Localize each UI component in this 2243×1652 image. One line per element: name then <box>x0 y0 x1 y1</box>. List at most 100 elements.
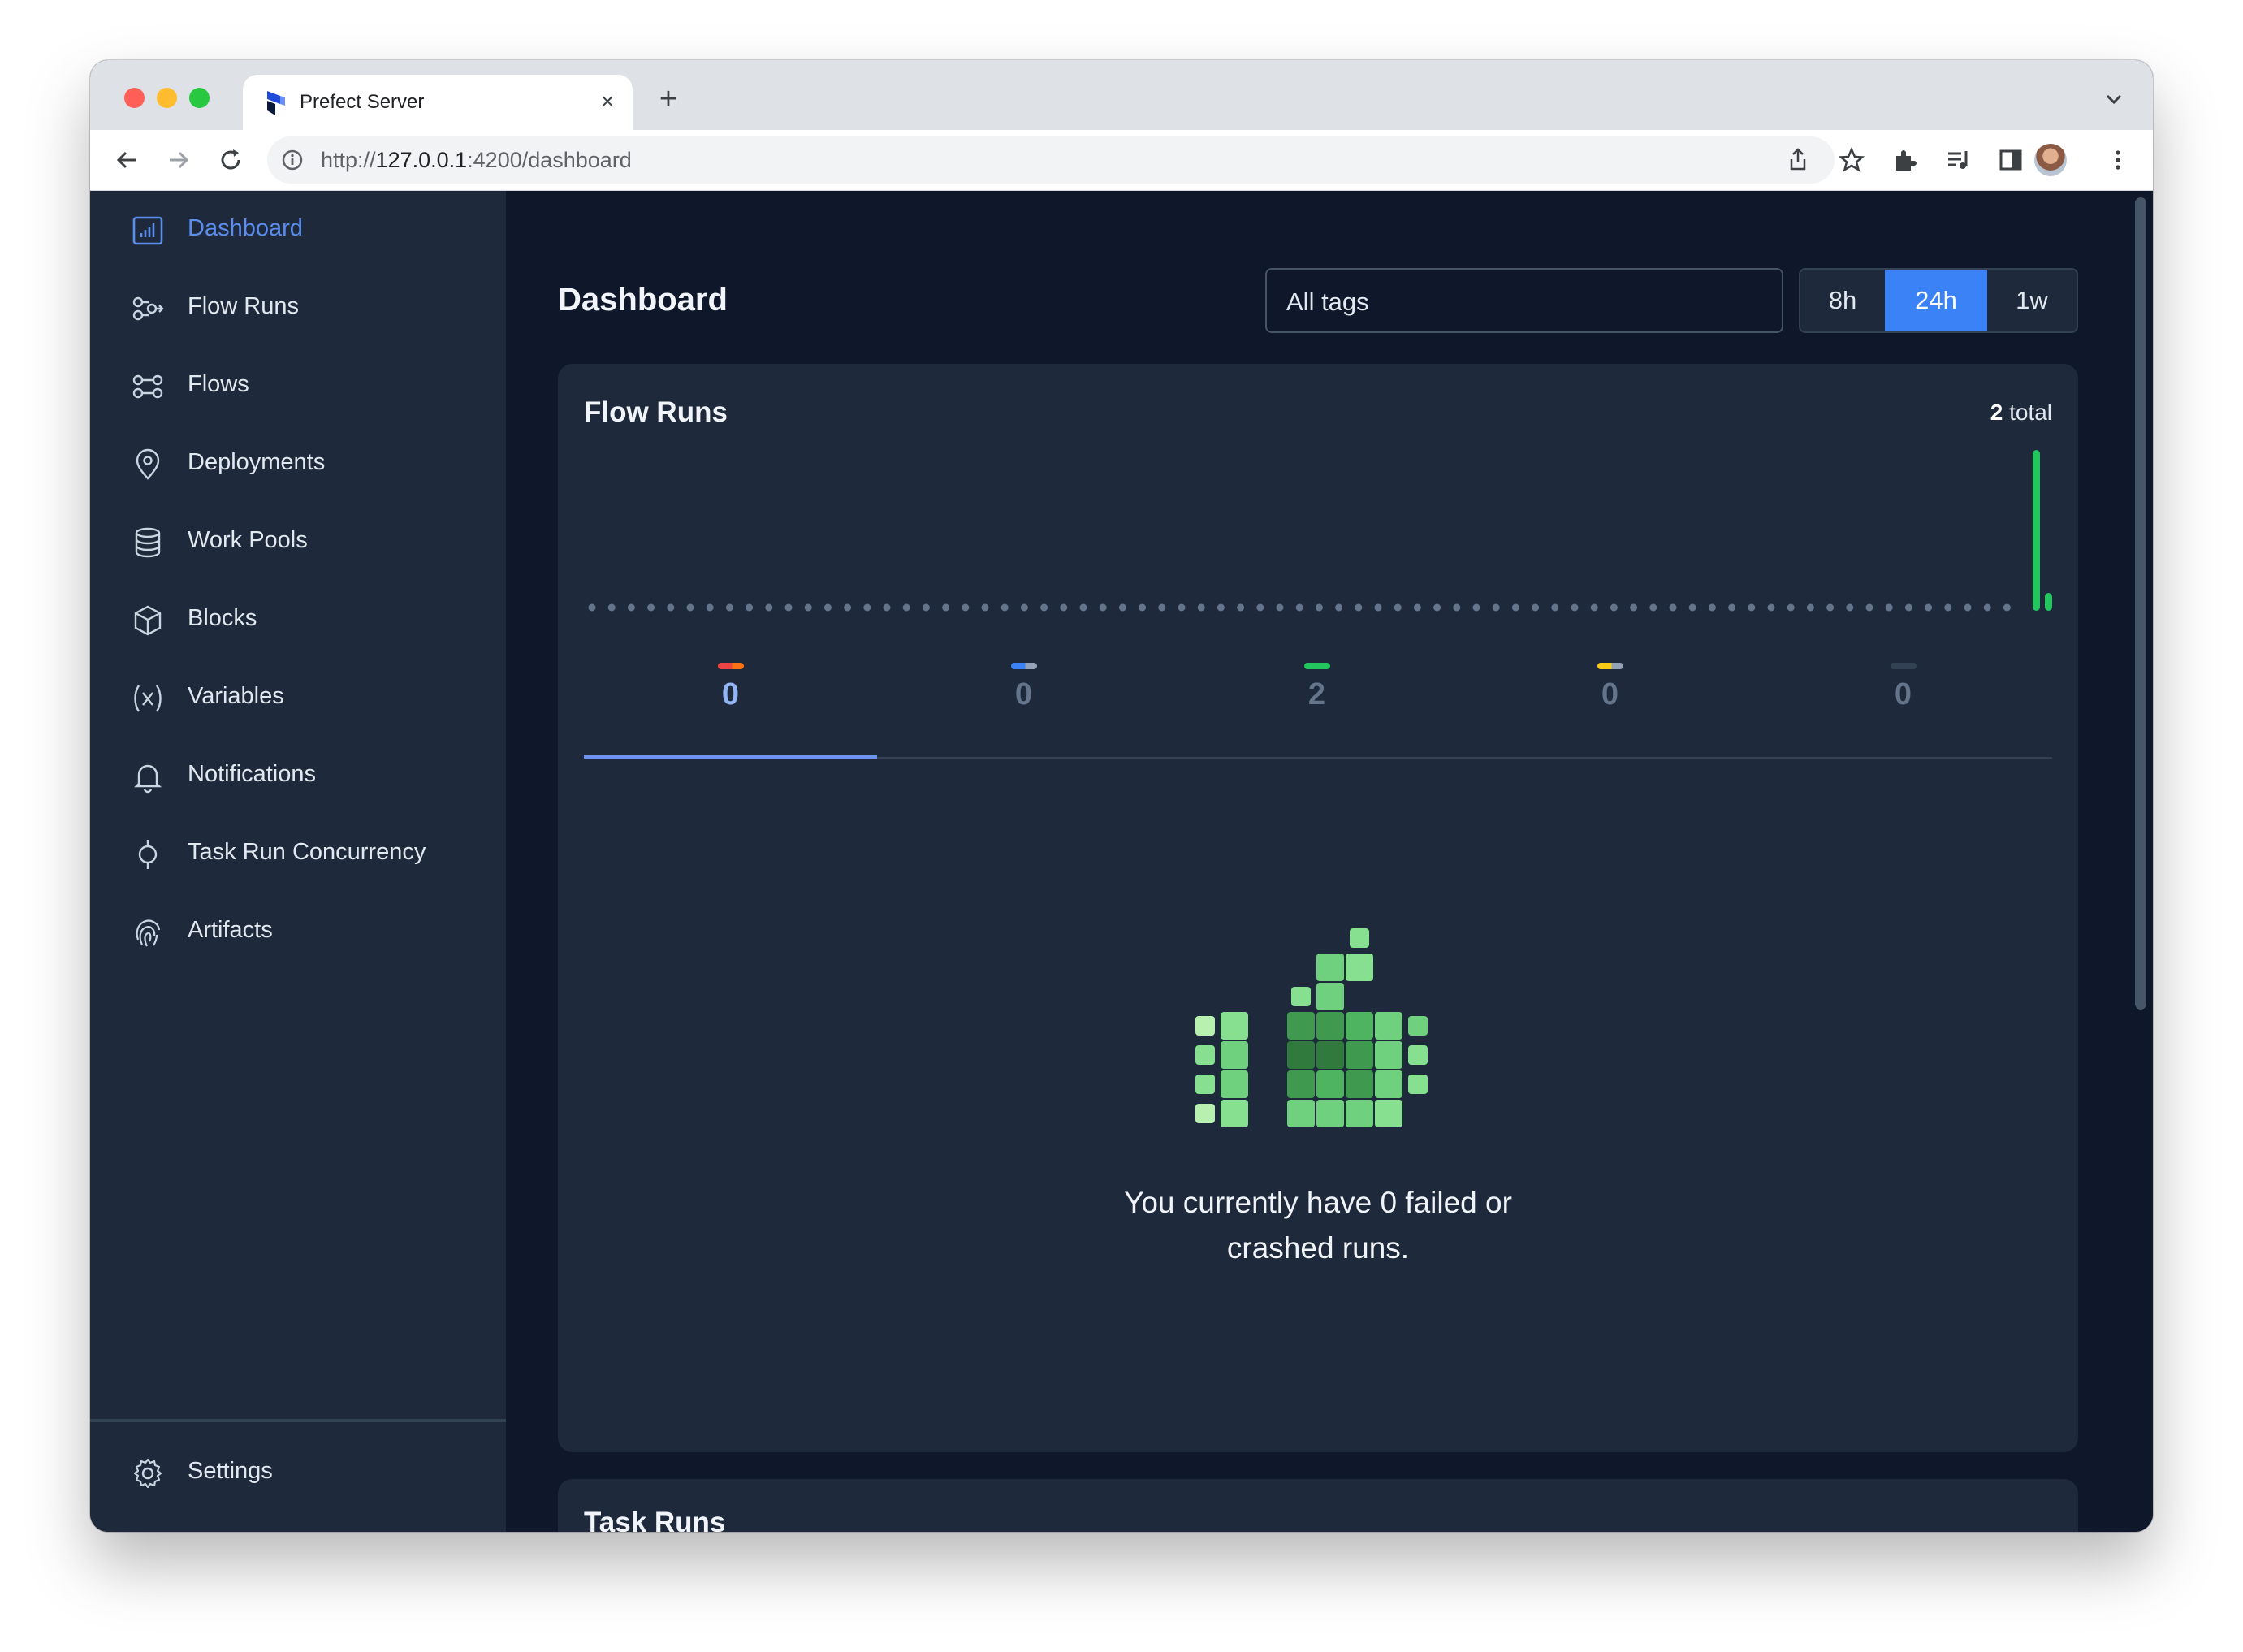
timeline-empty-bucket <box>1394 603 1402 612</box>
sidebar-item-task-run-concurrency[interactable]: Task Run Concurrency <box>90 815 506 893</box>
reload-icon[interactable] <box>217 146 244 174</box>
profile-avatar[interactable] <box>2034 144 2067 176</box>
sidebar-item-label: Work Pools <box>188 527 308 553</box>
more-options-icon[interactable] <box>2104 146 2132 174</box>
sidebar-item-label: Task Run Concurrency <box>188 839 426 865</box>
timeline-empty-bucket <box>1649 603 1657 612</box>
timeline-empty-bucket <box>1060 603 1068 612</box>
timeline-empty-bucket <box>883 603 891 612</box>
sidebar-item-variables[interactable]: Variables <box>90 659 506 737</box>
timeline-empty-bucket <box>588 603 596 612</box>
illustration-block <box>1408 1016 1428 1036</box>
url-prefix: http:// <box>321 148 376 172</box>
timeline-empty-bucket <box>1983 603 1991 612</box>
sidebar-item-flows[interactable]: Flows <box>90 347 506 425</box>
timeline-empty-bucket <box>1158 603 1166 612</box>
tags-filter-value: All tags <box>1286 288 1369 316</box>
back-arrow-icon[interactable] <box>113 146 140 174</box>
minimize-window-button[interactable] <box>157 88 177 108</box>
timeline-empty-bucket <box>1669 603 1677 612</box>
state-tab-completed[interactable]: 2 <box>1170 656 1463 746</box>
new-tab-button[interactable]: + <box>652 83 685 115</box>
browser-toolbar: http://127.0.0.1:4200/dashboard <box>90 130 2153 191</box>
sidebar-item-blocks[interactable]: Blocks <box>90 581 506 659</box>
zoom-window-button[interactable] <box>189 88 210 108</box>
state-tab-scheduled[interactable]: 0 <box>1463 656 1757 746</box>
range-24h-button[interactable]: 24h <box>1885 270 1987 331</box>
illustration-block <box>1287 1100 1315 1127</box>
close-window-button[interactable] <box>124 88 145 108</box>
illustration-block <box>1195 1104 1215 1123</box>
state-swatch <box>1891 663 1917 669</box>
extensions-icon[interactable] <box>1891 146 1919 174</box>
timeline-empty-bucket <box>1925 603 1933 612</box>
flow-runs-total: 2 total <box>1990 400 2052 426</box>
timeline-empty-bucket <box>607 603 616 612</box>
total-suffix: total <box>2003 400 2052 425</box>
state-swatch <box>1597 663 1623 669</box>
timeline-empty-bucket <box>1865 603 1873 612</box>
timeline-empty-bucket <box>1237 603 1245 612</box>
flow-runs-timeline-chart <box>588 450 2052 612</box>
timeline-empty-bucket <box>627 603 635 612</box>
illustration-block <box>1195 1045 1215 1065</box>
browser-tab[interactable]: Prefect Server × <box>243 75 633 130</box>
timeline-empty-bucket <box>1688 603 1696 612</box>
timeline-bar[interactable] <box>2033 450 2040 611</box>
timeline-bar[interactable] <box>2045 593 2052 611</box>
cube-icon <box>134 605 162 636</box>
illustration-block <box>1287 1070 1315 1098</box>
media-queue-icon[interactable] <box>1945 146 1973 174</box>
map-pin-icon <box>136 448 160 480</box>
info-icon[interactable] <box>280 148 305 172</box>
scrollbar-thumb[interactable] <box>2135 197 2146 1010</box>
scrollbar[interactable] <box>2130 191 2153 1532</box>
card-title: Task Runs <box>584 1507 726 1532</box>
timeline-empty-bucket <box>1806 603 1814 612</box>
state-tab-failed[interactable]: 0 <box>584 656 877 746</box>
tags-filter-select[interactable]: All tags <box>1265 268 1783 333</box>
side-panel-icon[interactable] <box>1997 146 2025 174</box>
sidebar-item-settings[interactable]: Settings <box>90 1434 506 1511</box>
dashboard-icon <box>132 216 163 245</box>
sidebar-item-work-pools[interactable]: Work Pools <box>90 503 506 581</box>
state-count: 0 <box>1601 677 1619 711</box>
state-swatch <box>718 663 744 669</box>
timeline-empty-bucket <box>1748 603 1756 612</box>
prefect-logo-icon <box>267 91 285 115</box>
timeline-empty-bucket <box>922 603 930 612</box>
timeline-empty-bucket <box>844 603 852 612</box>
illustration-block <box>1221 1041 1248 1069</box>
chevron-down-icon[interactable] <box>2099 84 2128 114</box>
sidebar-item-deployments[interactable]: Deployments <box>90 425 506 503</box>
timeline-empty-bucket <box>1197 603 1205 612</box>
address-bar[interactable]: http://127.0.0.1:4200/dashboard <box>267 136 1835 184</box>
illustration-block <box>1316 1070 1344 1098</box>
timeline-empty-bucket <box>1610 603 1618 612</box>
timeline-empty-bucket <box>686 603 694 612</box>
timeline-empty-bucket <box>823 603 832 612</box>
sidebar-divider <box>90 1419 506 1422</box>
illustration-block <box>1195 1016 1215 1036</box>
forward-arrow-icon[interactable] <box>165 146 192 174</box>
illustration-block <box>1375 1041 1402 1069</box>
flow-runs-icon <box>132 296 164 321</box>
state-tab-cancelled[interactable]: 0 <box>1757 656 2050 746</box>
sidebar-item-dashboard[interactable]: Dashboard <box>90 191 506 269</box>
illustration-block <box>1346 1041 1373 1069</box>
close-icon[interactable]: × <box>595 89 620 114</box>
range-8h-button[interactable]: 8h <box>1800 270 1885 331</box>
sidebar-item-flow-runs[interactable]: Flow Runs <box>90 269 506 347</box>
timeline-empty-bucket <box>1099 603 1107 612</box>
sidebar-item-artifacts[interactable]: Artifacts <box>90 893 506 971</box>
illustration-block <box>1346 1070 1373 1098</box>
timeline-empty-bucket <box>1767 603 1775 612</box>
state-tab-running[interactable]: 0 <box>877 656 1170 746</box>
illustration-block <box>1221 1012 1248 1040</box>
share-icon[interactable] <box>1784 146 1812 174</box>
range-1w-button[interactable]: 1w <box>1987 270 2077 331</box>
illustration-block <box>1350 928 1369 948</box>
sidebar-item-notifications[interactable]: Notifications <box>90 737 506 815</box>
bookmark-star-icon[interactable] <box>1838 146 1865 174</box>
illustration-block <box>1291 987 1311 1006</box>
